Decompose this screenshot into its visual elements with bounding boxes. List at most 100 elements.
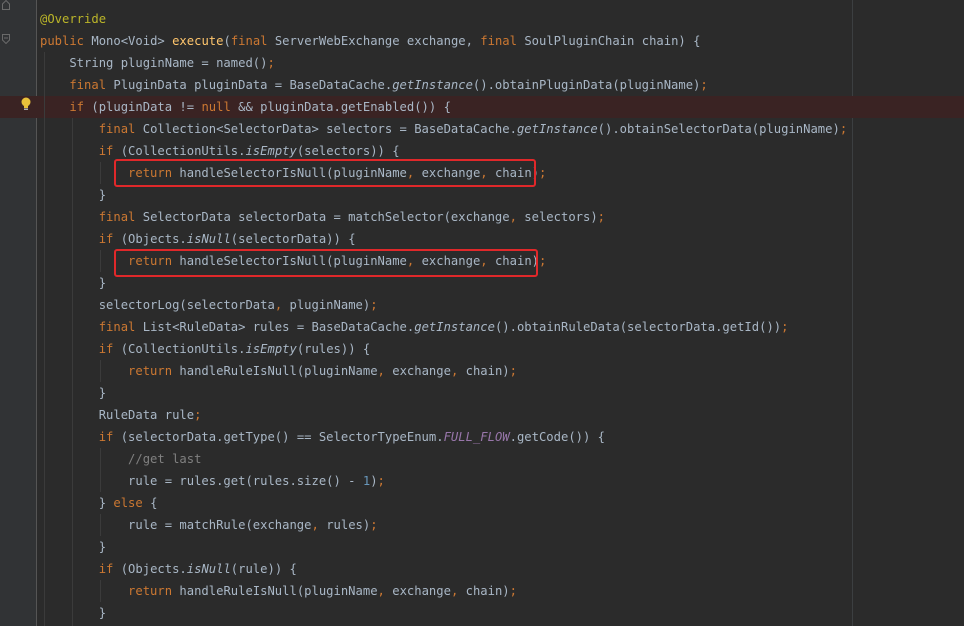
- code-token: ().obtainPluginData(pluginName): [472, 78, 701, 92]
- code-line[interactable]: if (pluginData != null && pluginData.get…: [0, 96, 964, 118]
- code-token: chain): [465, 584, 510, 598]
- code-token: }: [40, 496, 114, 510]
- code-token: String pluginName = named(): [40, 56, 268, 70]
- indent-guide: [100, 162, 101, 184]
- code-token: return: [40, 364, 180, 378]
- code-token: if: [40, 144, 121, 158]
- code-token: ;: [839, 122, 848, 136]
- code-token: final: [40, 78, 114, 92]
- code-text: RuleData rule;: [40, 404, 202, 426]
- code-token: getInstance: [516, 122, 598, 136]
- code-text: if (Objects.isNull(rule)) {: [40, 558, 297, 580]
- code-editor[interactable]: @Override public Mono<Void> execute(final…: [0, 0, 964, 626]
- code-line[interactable]: }: [0, 536, 964, 558]
- code-token: ().obtainRuleData(selectorData.getId()): [494, 320, 782, 334]
- code-line[interactable]: rule = matchRule(exchange, rules);: [0, 514, 964, 536]
- code-token: {: [150, 496, 158, 510]
- code-line[interactable]: }: [0, 184, 964, 206]
- highlight-box-selector-null-1: [114, 159, 536, 187]
- code-token: return: [40, 584, 180, 598]
- code-token: //get last: [40, 452, 202, 466]
- code-token: null: [201, 100, 239, 114]
- code-line[interactable]: }: [0, 382, 964, 404]
- indent-guide: [100, 580, 101, 602]
- code-line[interactable]: RuleData rule;: [0, 404, 964, 426]
- code-token: execute: [172, 34, 224, 48]
- indent-guide: [100, 448, 101, 492]
- code-token: isNull: [186, 232, 231, 246]
- code-line[interactable]: public Mono<Void> execute(final ServerWe…: [0, 30, 964, 52]
- code-token: ;: [267, 56, 275, 70]
- code-text: selectorLog(selectorData, pluginName);: [40, 294, 378, 316]
- code-text: final Collection<SelectorData> selectors…: [40, 118, 847, 140]
- code-token: if: [40, 562, 121, 576]
- code-text: }: [40, 602, 106, 624]
- code-token: ,: [509, 210, 525, 224]
- code-token: ;: [509, 584, 517, 598]
- code-token: getInstance: [414, 320, 495, 334]
- code-token: RuleData rule: [40, 408, 195, 422]
- code-line[interactable]: @Override: [0, 8, 964, 30]
- code-text: if (Objects.isNull(selectorData)) {: [40, 228, 356, 250]
- code-line[interactable]: final PluginData pluginData = BaseDataCa…: [0, 74, 964, 96]
- code-line[interactable]: return handleRuleIsNull(pluginName, exch…: [0, 580, 964, 602]
- code-token: }: [40, 188, 107, 202]
- code-text: final SelectorData selectorData = matchS…: [40, 206, 605, 228]
- code-token: ;: [370, 298, 378, 312]
- code-line[interactable]: } else {: [0, 492, 964, 514]
- code-line[interactable]: if (selectorData.getType() == SelectorTy…: [0, 426, 964, 448]
- code-token: Collection<SelectorData> selectors = Bas…: [142, 122, 517, 136]
- code-line[interactable]: return handleRuleIsNull(pluginName, exch…: [0, 360, 964, 382]
- code-token: }: [40, 606, 107, 620]
- indent-guide: [72, 118, 73, 626]
- code-token: (CollectionUtils.: [120, 144, 246, 158]
- code-token: ServerWebExchange exchange,: [274, 34, 481, 48]
- fold-marker-icon[interactable]: [2, 34, 10, 44]
- code-token: ;: [700, 78, 708, 92]
- code-line[interactable]: }: [0, 602, 964, 624]
- code-text: final PluginData pluginData = BaseDataCa…: [40, 74, 708, 96]
- code-text: } else {: [40, 492, 158, 514]
- code-line[interactable]: if (Objects.isNull(selectorData)) {: [0, 228, 964, 250]
- code-line[interactable]: final Collection<SelectorData> selectors…: [0, 118, 964, 140]
- code-text: //get last: [40, 448, 201, 470]
- code-token: final: [40, 122, 143, 136]
- code-text: if (CollectionUtils.isEmpty(rules)) {: [40, 338, 371, 360]
- fold-marker-icon[interactable]: [2, 0, 10, 10]
- code-token: exchange: [392, 364, 451, 378]
- code-line[interactable]: final SelectorData selectorData = matchS…: [0, 206, 964, 228]
- code-token: isNull: [186, 562, 231, 576]
- code-line[interactable]: rule = rules.get(rules.size() - 1);: [0, 470, 964, 492]
- code-token: ;: [509, 364, 517, 378]
- code-token: ,: [377, 364, 393, 378]
- code-line[interactable]: //get last: [0, 448, 964, 470]
- code-token: if: [40, 430, 121, 444]
- code-line[interactable]: String pluginName = named();: [0, 52, 964, 74]
- code-token: if: [40, 342, 121, 356]
- code-token: ): [370, 474, 378, 488]
- code-token: final: [230, 34, 275, 48]
- code-text: final List<RuleData> rules = BaseDataCac…: [40, 316, 789, 338]
- code-text: return handleRuleIsNull(pluginName, exch…: [40, 580, 517, 602]
- code-token: List<RuleData> rules = BaseDataCache.: [142, 320, 415, 334]
- code-token: (rule)) {: [230, 562, 297, 576]
- code-token: ,: [450, 584, 466, 598]
- code-token: Mono<Void>: [91, 34, 173, 48]
- code-token: handleRuleIsNull(pluginName: [179, 584, 378, 598]
- code-token: ;: [194, 408, 202, 422]
- code-token: if: [40, 100, 92, 114]
- code-token: (selectors)) {: [296, 144, 400, 158]
- code-token: ,: [450, 364, 466, 378]
- code-token: (selectorData.getType() == SelectorTypeE…: [120, 430, 444, 444]
- lightbulb-icon[interactable]: [20, 97, 32, 111]
- code-line[interactable]: if (Objects.isNull(rule)) {: [0, 558, 964, 580]
- code-line[interactable]: selectorLog(selectorData, pluginName);: [0, 294, 964, 316]
- code-line[interactable]: final List<RuleData> rules = BaseDataCac…: [0, 316, 964, 338]
- code-token: chain): [465, 364, 510, 378]
- code-line[interactable]: if (CollectionUtils.isEmpty(rules)) {: [0, 338, 964, 360]
- code-text: }: [40, 536, 106, 558]
- code-token: selectors): [524, 210, 598, 224]
- code-token: isEmpty: [245, 144, 297, 158]
- code-token: handleRuleIsNull(pluginName: [179, 364, 378, 378]
- code-token: SelectorData selectorData = matchSelecto…: [142, 210, 510, 224]
